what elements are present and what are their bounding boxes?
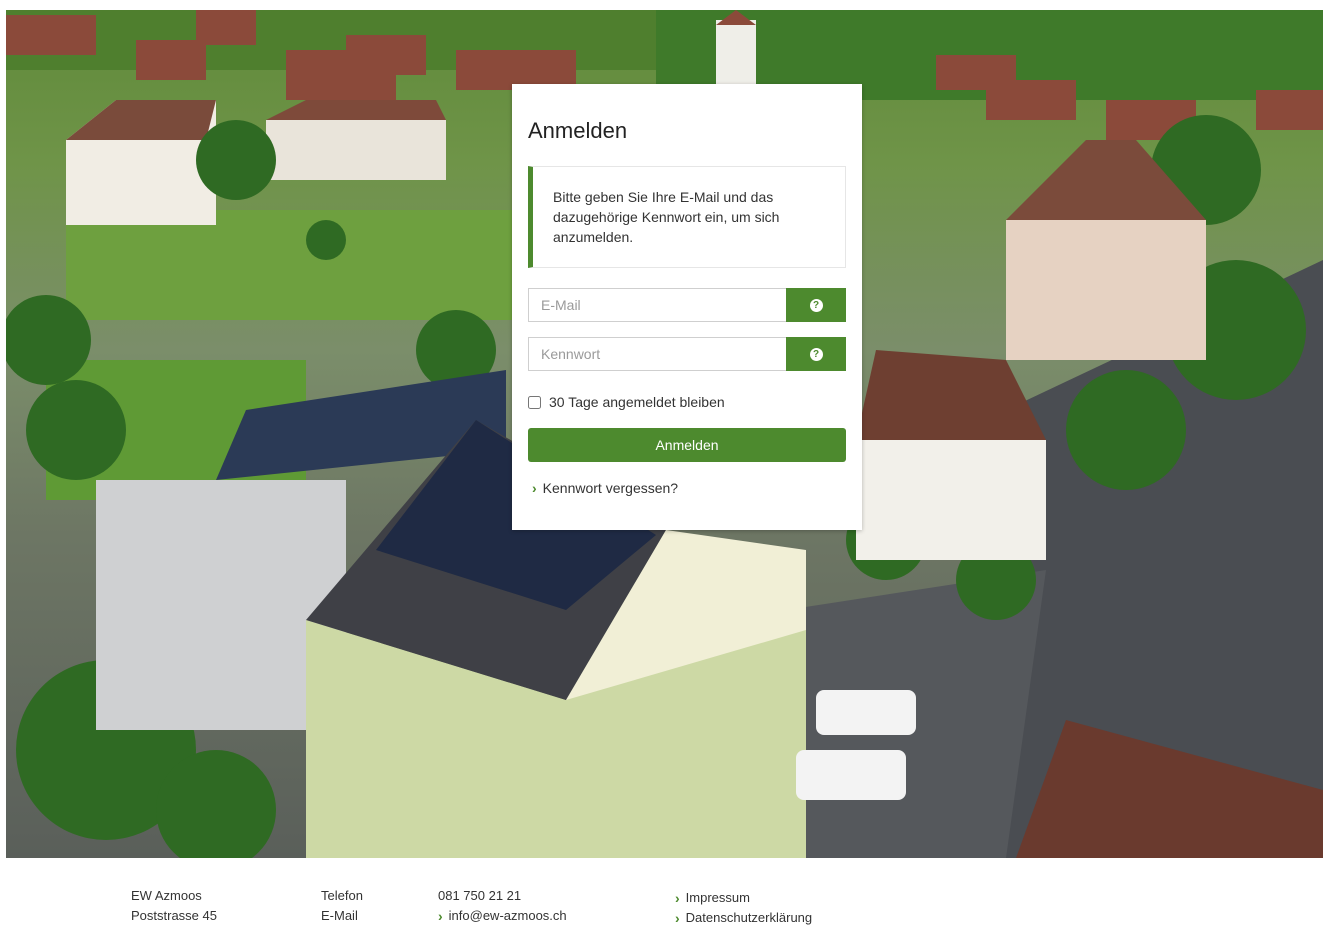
question-circle-icon: ? <box>809 347 823 361</box>
footer: EW Azmoos Poststrasse 45 Telefon E-Mail … <box>0 858 1329 926</box>
chevron-right-icon: › <box>532 480 537 496</box>
remember-label: 30 Tage angemeldet bleiben <box>549 394 725 410</box>
forgot-password-link[interactable]: › Kennwort vergessen? <box>532 480 678 496</box>
footer-email-link[interactable]: › info@ew-azmoos.ch <box>438 906 567 926</box>
login-notice-text: Bitte geben Sie Ihre E-Mail und das dazu… <box>553 189 780 245</box>
footer-email-label: E-Mail <box>321 908 358 923</box>
remember-checkbox[interactable] <box>528 395 541 409</box>
password-input[interactable] <box>528 337 786 371</box>
question-circle-icon: ? <box>809 298 823 312</box>
privacy-label: Datenschutzerklärung <box>685 910 813 925</box>
privacy-link[interactable]: › Datenschutzerklärung <box>675 908 812 928</box>
email-field-group: ? <box>528 288 846 322</box>
footer-links: › Impressum › Datenschutzerklärung <box>675 888 812 928</box>
password-field-group: ? <box>528 337 846 371</box>
remember-me[interactable]: 30 Tage angemeldet bleiben <box>528 394 725 410</box>
password-help-button[interactable]: ? <box>786 337 846 371</box>
footer-phone: 081 750 21 21 <box>438 888 522 903</box>
footer-phone-label: Telefon <box>321 888 363 903</box>
chevron-right-icon: › <box>438 908 443 924</box>
chevron-right-icon: › <box>675 890 680 906</box>
footer-contact-values: 081 750 21 21 › info@ew-azmoos.ch <box>438 886 567 926</box>
login-card: Anmelden Bitte geben Sie Ihre E-Mail und… <box>512 84 862 530</box>
impressum-label: Impressum <box>685 890 750 905</box>
email-help-button[interactable]: ? <box>786 288 846 322</box>
footer-address: EW Azmoos Poststrasse 45 <box>131 886 217 926</box>
forgot-password-label: Kennwort vergessen? <box>542 480 679 496</box>
login-title: Anmelden <box>528 118 628 143</box>
footer-email: info@ew-azmoos.ch <box>448 908 567 923</box>
chevron-right-icon: › <box>675 910 680 926</box>
email-input[interactable] <box>528 288 786 322</box>
footer-company: EW Azmoos <box>131 888 202 903</box>
login-button[interactable]: Anmelden <box>528 428 846 462</box>
login-notice: Bitte geben Sie Ihre E-Mail und das dazu… <box>528 166 846 268</box>
footer-street: Poststrasse 45 <box>131 908 217 923</box>
footer-contact-labels: Telefon E-Mail <box>321 886 363 926</box>
impressum-link[interactable]: › Impressum <box>675 888 812 908</box>
